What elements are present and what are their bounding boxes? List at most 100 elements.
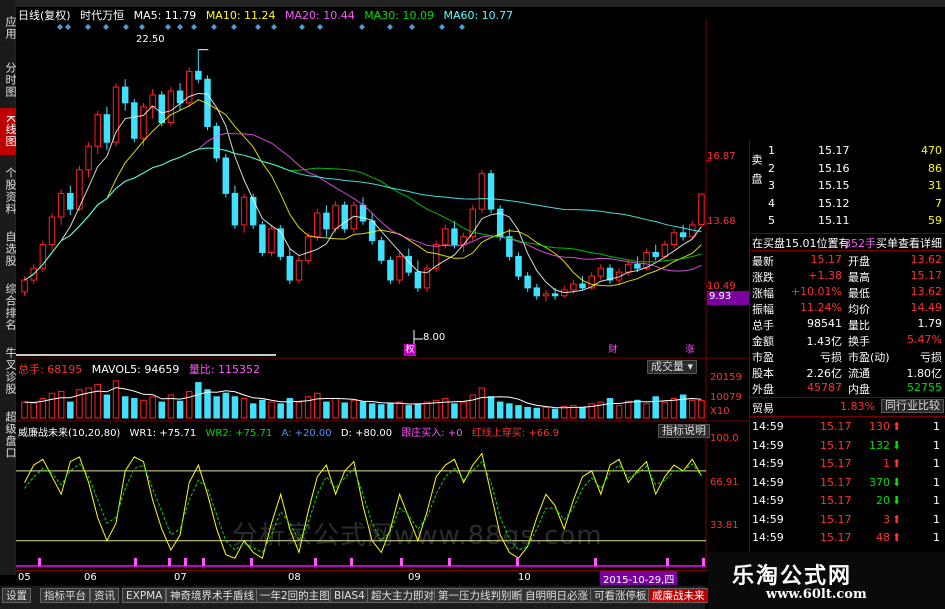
signal-diamond-icon (409, 24, 415, 30)
sell-level: 4 (768, 196, 775, 210)
candle-up (314, 212, 321, 238)
candle-up (478, 173, 486, 210)
signal-bar (594, 558, 597, 566)
tick-time: 14:59 (752, 457, 784, 470)
volume-bar (442, 398, 449, 419)
tab-tomorrow-rise[interactable]: 自明明日必涨 (521, 588, 592, 603)
wr2-readout: WR2: +75.71 (205, 428, 273, 439)
sell-level-row[interactable]: 3 15.15 31 (750, 179, 945, 193)
candle-up (570, 283, 577, 291)
tab-indicator-platform[interactable]: 指标平台 (40, 588, 90, 603)
volume-bar (259, 399, 266, 419)
volume-bar (689, 399, 696, 419)
left-sidebar: 应用 分时图 K线图 个股资料 自选股 综合排名 牛叉诊股 超级盘口 (0, 0, 17, 575)
sell-price: 15.16 (818, 161, 850, 175)
tab-magic-line[interactable]: 神奇境界术手盾线 (166, 588, 258, 603)
volume-bar (405, 405, 412, 419)
view-detail-link[interactable]: 查看详细 (898, 235, 942, 251)
quote-row: 外盘 45787 内盘 52755 (750, 381, 945, 396)
buy-order-summary: 在买盘15.01位置有 352手 买单 查看详细 (750, 235, 945, 251)
sidebar-tab-ranking[interactable]: 综合排名 (0, 278, 17, 336)
window-top-bar (0, 0, 945, 7)
tab-expma[interactable]: EXPMA (122, 588, 167, 603)
volume-bar (332, 398, 339, 419)
site-logo: 乐淘公式网 www.60lt.com (708, 552, 945, 609)
volume-bar (698, 400, 705, 419)
date-tick-label: 06 (84, 572, 97, 583)
date-tick-label: 10 (518, 572, 531, 583)
volume-ratio-readout: 量比: 115352 (188, 363, 261, 376)
sell-level-row[interactable]: 5 15.11 59 (750, 214, 945, 228)
volume-type-button[interactable]: 成交量 ▾ (647, 360, 698, 374)
tab-main-chart[interactable]: 一年2回的主图 (256, 588, 334, 603)
tick-time: 14:59 (752, 512, 784, 526)
candle-down (679, 232, 687, 238)
indicator-tick-label: 33.81 (710, 520, 739, 531)
candle-down (249, 196, 257, 226)
tick-volume: 130 (869, 420, 890, 433)
buy-order-button[interactable]: 买单 (876, 235, 898, 251)
candle-up (304, 236, 312, 261)
signal-diamond-icon (177, 24, 183, 30)
sidebar-tab-app[interactable]: 应用 (0, 8, 17, 48)
quote-value: 亏损 (920, 351, 942, 364)
event-marker-limit-up[interactable]: 涨 (684, 344, 696, 356)
tab-news[interactable]: 资讯 (90, 588, 119, 603)
chevron-down-icon: ▾ (687, 360, 694, 373)
volume-bar (661, 401, 669, 419)
event-marker-finance[interactable]: 财 (607, 344, 619, 356)
tab-bias4[interactable]: BIAS4 (330, 588, 369, 603)
tick-count: 1 (933, 420, 940, 433)
quote-label: 换手 (848, 335, 870, 348)
sidebar-tab-super-panel[interactable]: 超级盘口 (0, 406, 17, 464)
indicator-name[interactable]: 威廉战未来(10,20,80) (18, 428, 120, 439)
volume-bar (451, 403, 458, 419)
kline-candles (21, 24, 705, 348)
price-tick-label: 13.68 (707, 216, 736, 227)
indicator-explain-button[interactable]: 指标说明 (658, 424, 710, 438)
tick-volume: 3 (883, 512, 890, 526)
volume-bar (679, 394, 687, 419)
industry-change: 1.83% (840, 400, 875, 413)
signal-bar (702, 558, 705, 566)
signal-diamond-icon (255, 24, 261, 30)
candle-down (451, 228, 458, 246)
quote-value: 45787 (807, 381, 842, 394)
tab-settings[interactable]: 设置 (2, 588, 31, 603)
total-volume-readout: 总手: 68195 (18, 363, 83, 376)
chart-canvas[interactable] (16, 20, 749, 575)
quote-label: 最低 (848, 287, 870, 300)
sidebar-tab-watchlist[interactable]: 自选股 (0, 226, 17, 272)
sell-volume: 86 (928, 161, 942, 175)
event-marker-rights[interactable]: 权 (404, 344, 416, 356)
quote-value: 13.62 (910, 253, 943, 266)
tab-major-force[interactable]: 超大主力即对 (367, 588, 438, 603)
volume-bar (643, 403, 650, 419)
sidebar-tab-timeshare[interactable]: 分时图 (0, 58, 17, 102)
tab-williams-future[interactable]: 威廉战未来 (648, 588, 709, 603)
tick-price: 15.17 (820, 531, 852, 544)
sell-level-row[interactable]: 1 15.17 470 (750, 144, 945, 158)
sell-level-row[interactable]: 4 15.12 7 (750, 197, 945, 211)
volume-bar (57, 390, 65, 419)
volume-bar (67, 401, 74, 419)
industry-compare-button[interactable]: 同行业比较 (881, 399, 944, 413)
tab-limit-up[interactable]: 可看涨停板 (590, 588, 651, 603)
volume-bar (560, 406, 568, 419)
volume-bar (634, 399, 641, 419)
volume-bar (368, 403, 376, 419)
candle-up (670, 232, 678, 246)
candle-down (368, 220, 376, 242)
quote-label: 内盘 (848, 383, 870, 396)
sidebar-tab-kline[interactable]: K线图 (0, 108, 17, 156)
quote-label: 市盈(动) (848, 351, 890, 364)
sidebar-tab-stock-info[interactable]: 个股资料 (0, 162, 17, 220)
sidebar-tab-diagnose[interactable]: 牛叉诊股 (0, 342, 17, 400)
tab-pressure-line[interactable]: 第一压力线判别断 (434, 588, 526, 603)
signal-bar (168, 558, 171, 566)
volume-bar (240, 398, 248, 419)
volume-bar (515, 405, 522, 419)
quote-value: 11.24% (800, 301, 842, 314)
tick-volume: 20 (876, 494, 890, 507)
sell-level-row[interactable]: 2 15.16 86 (750, 162, 945, 176)
